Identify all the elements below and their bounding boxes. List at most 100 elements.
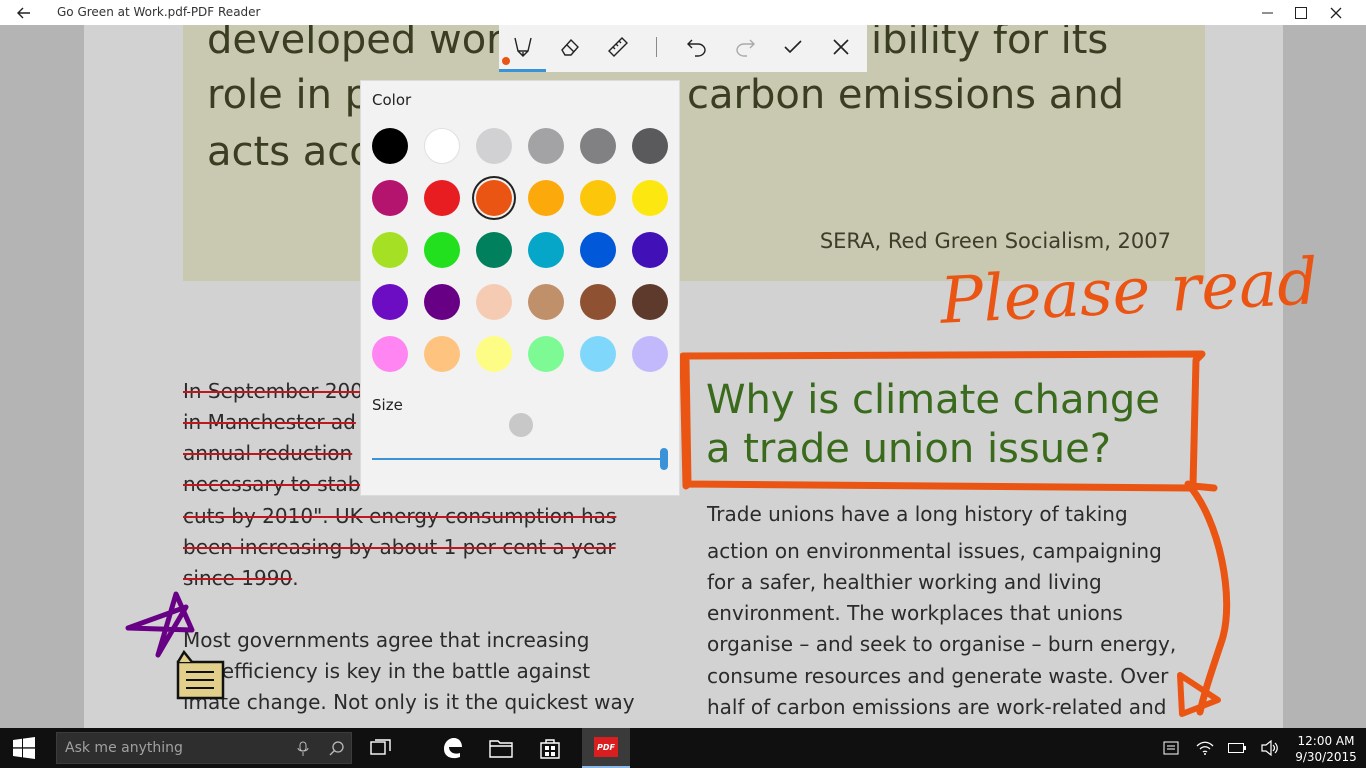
struck-text: since 1990: [183, 566, 293, 590]
color-swatch[interactable]: [372, 180, 408, 216]
pen-color-indicator: [502, 57, 510, 65]
close-window-button[interactable]: [1313, 0, 1359, 25]
minimize-icon: [1261, 12, 1273, 14]
color-swatch[interactable]: [528, 336, 564, 372]
eraser-tool-button[interactable]: [546, 25, 594, 69]
struck-text-line: since 1990.: [183, 566, 299, 590]
color-swatch[interactable]: [424, 180, 460, 216]
microphone-icon[interactable]: [297, 741, 309, 757]
struck-text-line: necessary to stab: [183, 472, 361, 496]
pdf-page[interactable]: developed wor ibility for its role in p …: [84, 25, 1283, 728]
color-swatch[interactable]: [372, 284, 408, 320]
struck-text-line: been increasing by about 1 per cent a ye…: [183, 535, 616, 559]
quote-line: ibility for its: [871, 25, 1109, 63]
section-heading: a trade union issue?: [706, 426, 1111, 472]
clock-date: 9/30/2015: [1295, 750, 1357, 764]
toolbar-separator: [656, 37, 657, 57]
active-tool-indicator: [499, 69, 546, 72]
color-swatch[interactable]: [580, 128, 616, 164]
quote-line: carbon emissions and: [687, 72, 1124, 118]
color-swatch[interactable]: [528, 232, 564, 268]
color-swatch[interactable]: [580, 232, 616, 268]
color-swatch[interactable]: [424, 232, 460, 268]
wifi-icon: [1196, 741, 1214, 755]
start-button[interactable]: [0, 728, 48, 768]
color-swatch[interactable]: [580, 180, 616, 216]
size-slider-track[interactable]: [372, 458, 665, 460]
color-size-flyout: Color Size: [360, 80, 680, 496]
redo-button[interactable]: [721, 25, 769, 69]
color-swatch[interactable]: [372, 336, 408, 372]
color-swatch[interactable]: [632, 180, 668, 216]
ink-toolbar: [499, 25, 867, 72]
pdf-reader-taskbar-button[interactable]: PDF: [582, 728, 630, 768]
color-swatch[interactable]: [476, 336, 512, 372]
store-button[interactable]: [526, 728, 574, 768]
color-swatch[interactable]: [632, 284, 668, 320]
color-swatch[interactable]: [424, 336, 460, 372]
color-swatch[interactable]: [632, 232, 668, 268]
struck-text-line: In September 200: [183, 379, 364, 403]
body-text-line: Trade unions have a long history of taki…: [707, 502, 1128, 526]
color-swatch[interactable]: [528, 284, 564, 320]
file-explorer-icon: [489, 740, 513, 758]
maximize-icon: [1295, 6, 1307, 19]
body-text-line: Most governments agree that increasing: [183, 628, 590, 652]
store-icon: [540, 739, 560, 759]
size-label: Size: [372, 396, 403, 414]
color-swatch[interactable]: [580, 336, 616, 372]
color-label: Color: [372, 91, 412, 109]
color-swatch[interactable]: [476, 284, 512, 320]
wifi-button[interactable]: [1190, 728, 1220, 768]
undo-button[interactable]: [673, 25, 721, 69]
battery-icon: [1228, 743, 1246, 753]
back-button[interactable]: [8, 0, 40, 25]
task-view-button[interactable]: [357, 728, 405, 768]
color-swatch[interactable]: [476, 180, 512, 216]
action-center-icon: [1163, 741, 1179, 755]
color-swatch[interactable]: [424, 284, 460, 320]
pen-icon: [514, 37, 532, 57]
task-view-icon: [370, 739, 391, 755]
quote-line: developed wor: [207, 25, 503, 63]
quote-line: role in p: [207, 72, 371, 118]
edge-icon: [444, 738, 462, 759]
cancel-button[interactable]: [817, 25, 865, 69]
accept-button[interactable]: [769, 25, 817, 69]
color-swatch[interactable]: [476, 232, 512, 268]
file-explorer-button[interactable]: [477, 728, 525, 768]
eraser-icon: [561, 38, 579, 56]
color-swatch[interactable]: [372, 128, 408, 164]
color-swatch[interactable]: [632, 128, 668, 164]
color-swatch[interactable]: [528, 180, 564, 216]
ruler-tool-button[interactable]: [594, 25, 642, 69]
search-input[interactable]: Ask me anything: [56, 732, 352, 764]
color-swatch[interactable]: [632, 336, 668, 372]
color-swatch[interactable]: [528, 128, 564, 164]
volume-button[interactable]: [1255, 728, 1285, 768]
battery-button[interactable]: [1222, 728, 1252, 768]
close-icon: [1330, 7, 1342, 18]
body-text-line: for a safer, healthier working and livin…: [707, 570, 1102, 594]
struck-text-line: annual reduction: [183, 441, 353, 465]
color-swatch[interactable]: [580, 284, 616, 320]
struck-text-line: cuts by 2010". UK energy consumption has: [183, 504, 617, 528]
redo-icon: [736, 39, 755, 57]
color-swatch[interactable]: [476, 128, 512, 164]
body-text-line: consume resources and generate waste. Ov…: [707, 664, 1169, 688]
clock[interactable]: 12:00 AM 9/30/2015: [1290, 733, 1362, 765]
section-heading: Why is climate change: [706, 377, 1160, 423]
body-text-line: organise – and seek to organise – burn e…: [707, 632, 1177, 656]
action-center-button[interactable]: [1156, 728, 1186, 768]
color-swatch[interactable]: [372, 232, 408, 268]
size-slider-thumb[interactable]: [660, 448, 668, 470]
text-tail: .: [292, 566, 299, 590]
pdf-reader-icon: PDF: [594, 737, 618, 757]
window-title: Go Green at Work.pdf-PDF Reader: [57, 5, 261, 19]
color-swatch[interactable]: [424, 128, 460, 164]
windows-logo-icon: [13, 737, 35, 759]
edge-button[interactable]: [428, 728, 476, 768]
clock-time: 12:00 AM: [1297, 734, 1355, 748]
size-preview-dot: [509, 413, 533, 437]
search-icon[interactable]: [329, 740, 345, 756]
